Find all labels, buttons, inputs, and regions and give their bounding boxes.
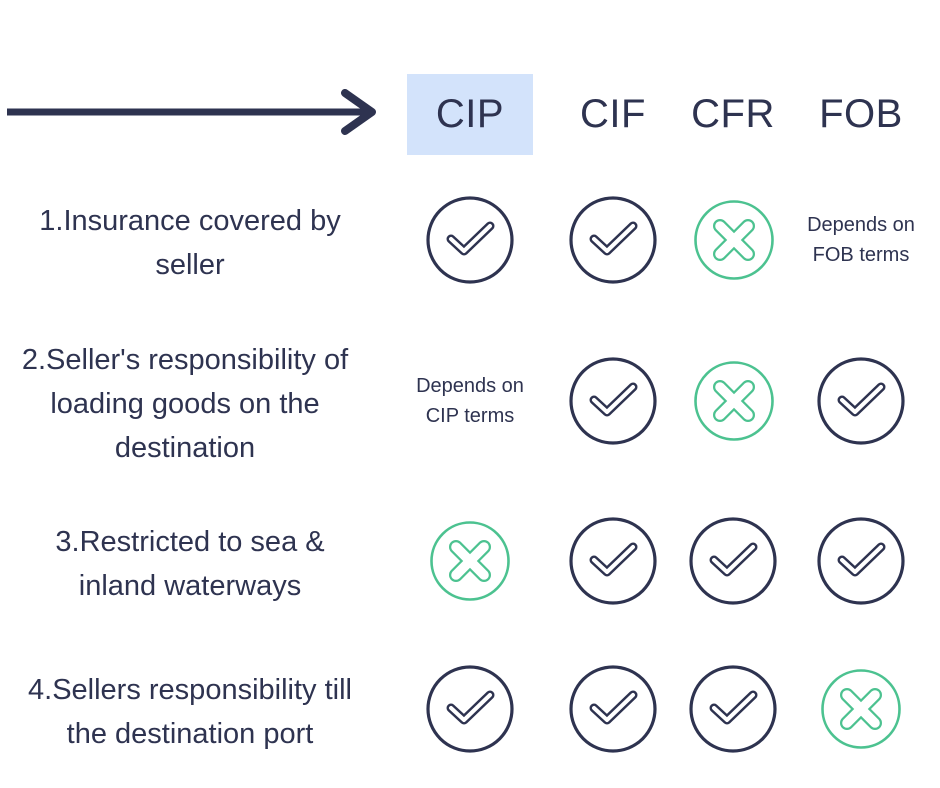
cross-circle-icon: [694, 200, 774, 280]
check-circle-icon: [569, 357, 657, 445]
cross-circle-icon: [821, 669, 901, 749]
cell-row2-fob: [801, 351, 921, 451]
cell-row3-cif: [553, 511, 673, 611]
column-header-fob: FOB: [801, 74, 921, 155]
check-circle-icon: [569, 665, 657, 753]
row-label-line: inland waterways: [78, 570, 302, 602]
cell-row4-cif: [553, 659, 673, 759]
cell-row2-cif: [553, 351, 673, 451]
column-header-label: CIF: [580, 92, 646, 136]
check-circle-icon: [689, 665, 777, 753]
row-label-line: 3.Restricted to sea &: [55, 526, 325, 558]
cell-note-line: Depends on: [807, 214, 915, 236]
row-label-restricted: 3.Restricted to sea & inland waterways: [0, 520, 380, 608]
cell-note-line: CIP terms: [425, 405, 515, 427]
check-circle-icon: [426, 665, 514, 753]
cell-row3-cip: [410, 511, 530, 611]
row-label-line: 2.Seller's responsibility of: [21, 344, 349, 376]
row-label-line: 1.Insurance covered by: [39, 205, 341, 237]
cell-row3-cfr: [673, 511, 793, 611]
cell-note: Depends on CIP terms: [416, 371, 524, 431]
column-header-label: CFR: [691, 92, 775, 136]
column-header-cip: CIP: [407, 74, 533, 155]
check-circle-icon: [817, 357, 905, 445]
cell-row4-cfr: [673, 659, 793, 759]
row-label-loading: 2.Seller's responsibility of loading goo…: [0, 338, 375, 470]
cross-circle-icon: [430, 521, 510, 601]
row-label-line: 4.Sellers responsibility till: [28, 674, 352, 706]
right-arrow-icon: [7, 89, 376, 135]
check-circle-icon: [426, 196, 514, 284]
cell-row4-cip: [410, 659, 530, 759]
cell-row3-fob: [801, 511, 921, 611]
column-header-cif: CIF: [553, 74, 673, 155]
cell-row2-cip: Depends on CIP terms: [410, 351, 530, 451]
check-circle-icon: [569, 196, 657, 284]
cell-row4-fob: [801, 659, 921, 759]
check-circle-icon: [569, 517, 657, 605]
row-label-insurance: 1.Insurance covered by seller: [0, 199, 380, 287]
row-label-line: loading goods on the: [50, 388, 320, 420]
check-circle-icon: [817, 517, 905, 605]
row-label-destination-port: 4.Sellers responsibility till the destin…: [0, 668, 380, 756]
row-label-line: seller: [155, 249, 225, 281]
cross-circle-icon: [694, 361, 774, 441]
cell-note: Depends on FOB terms: [807, 210, 915, 270]
column-header-label: FOB: [819, 92, 903, 136]
cell-row1-cip: [410, 190, 530, 290]
column-header-label: CIP: [435, 92, 505, 136]
cell-row1-cfr: [674, 190, 794, 290]
row-label-line: the destination port: [66, 718, 314, 750]
cell-note-line: Depends on: [416, 375, 524, 397]
cell-row1-fob: Depends on FOB terms: [801, 190, 921, 290]
check-circle-icon: [689, 517, 777, 605]
cell-note-line: FOB terms: [812, 244, 910, 266]
cell-row2-cfr: [674, 351, 794, 451]
cell-row1-cif: [553, 190, 673, 290]
row-label-line: destination: [114, 432, 256, 464]
column-header-cfr: CFR: [673, 74, 793, 155]
